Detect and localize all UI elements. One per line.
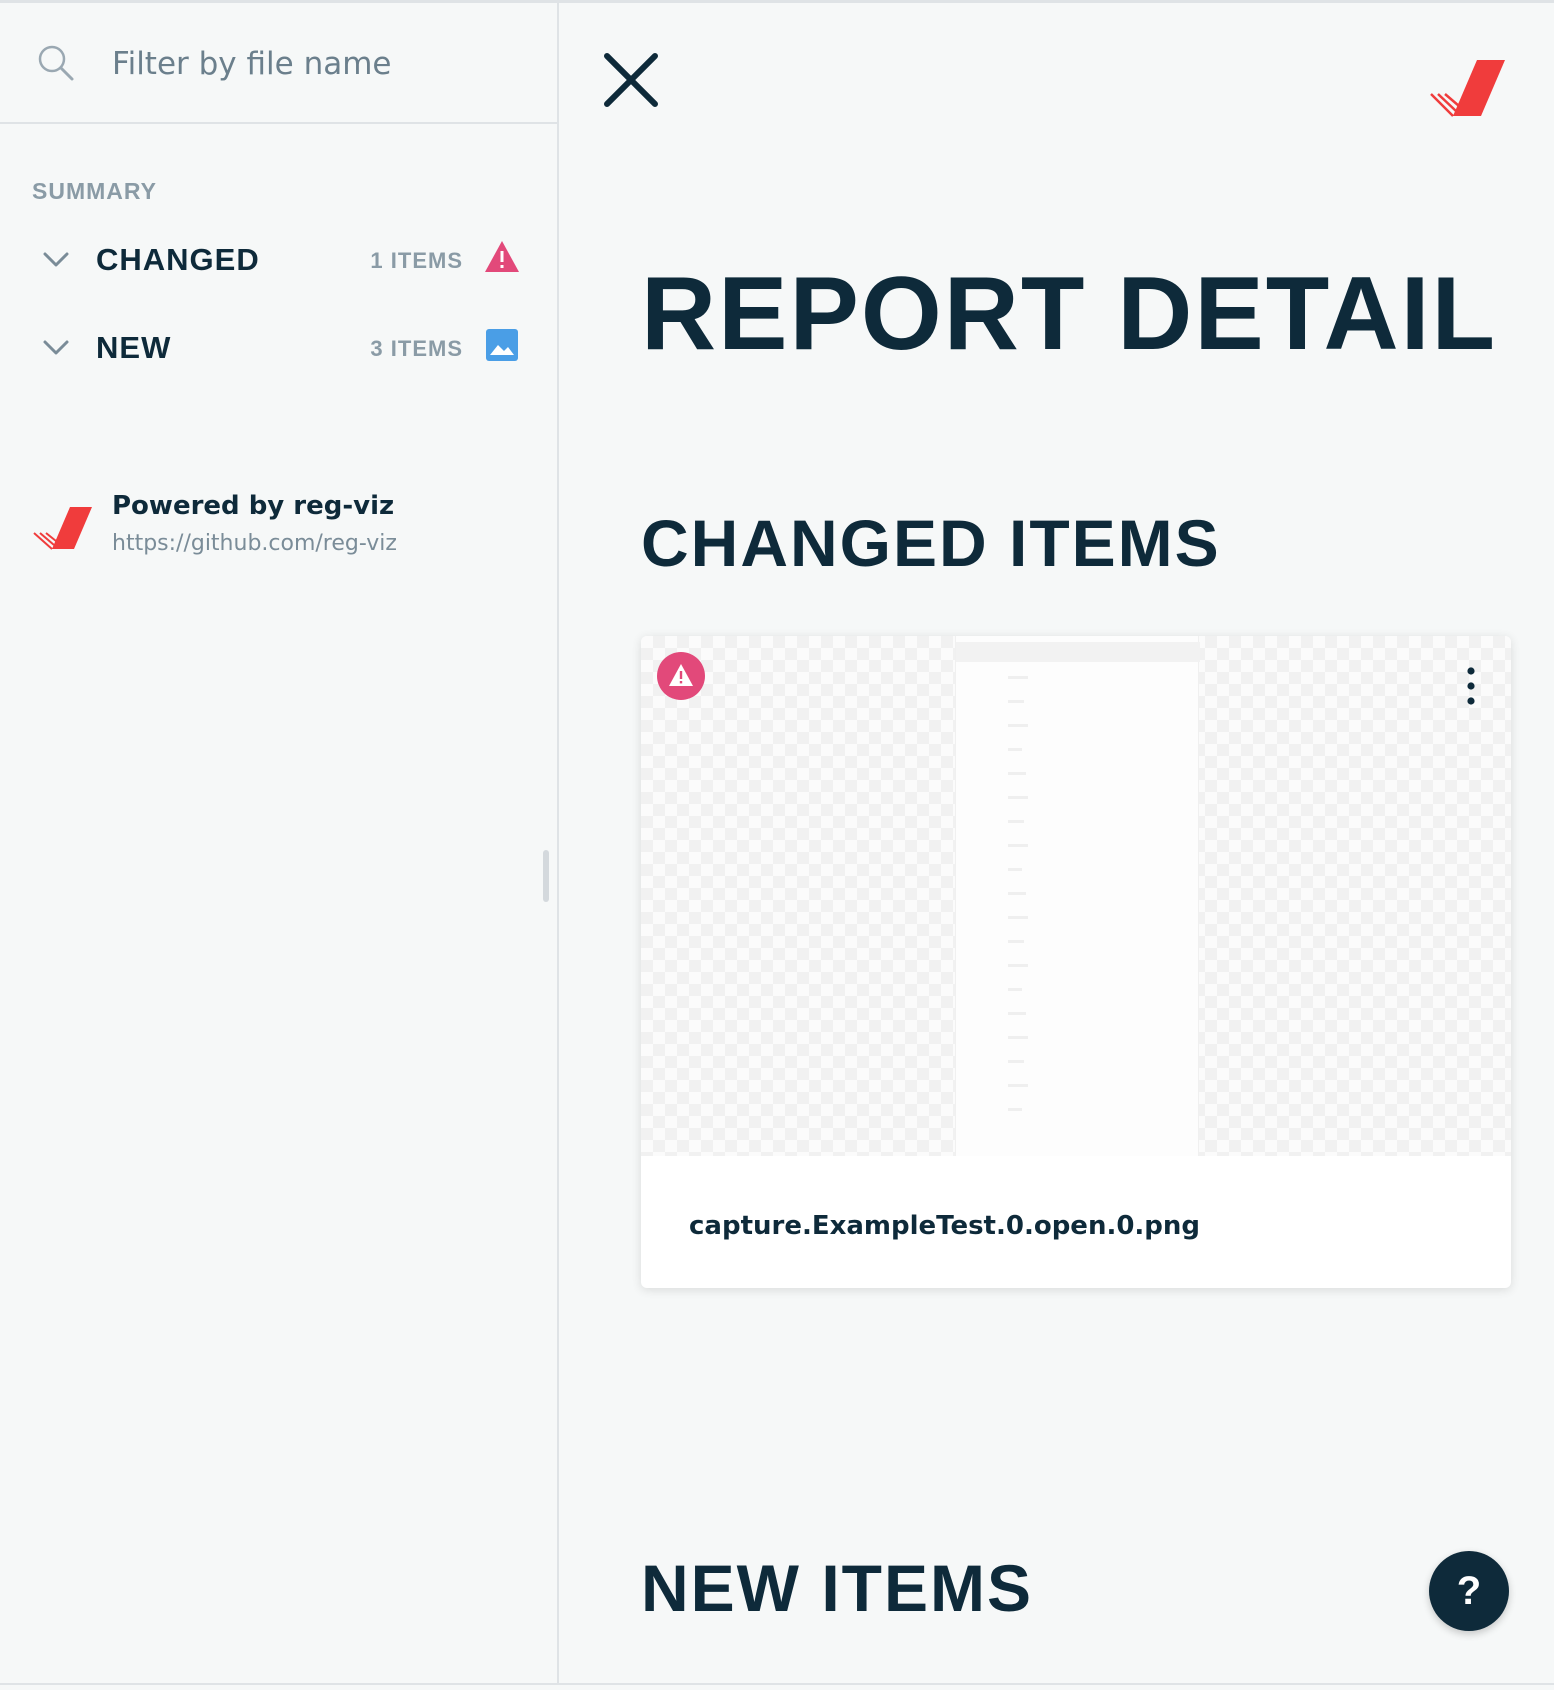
new-items-title: NEW ITEMS <box>641 1551 1033 1625</box>
sidebar-item-changed[interactable]: CHANGED 1 ITEMS <box>0 226 557 298</box>
main-panel: REPORT DETAIL CHANGED ITEMS capture.Exam… <box>561 3 1554 1683</box>
reg-viz-logo-icon <box>33 507 92 550</box>
powered-by: Powered by reg-viz https://github.com/re… <box>32 491 532 561</box>
card-thumbnail <box>641 636 1511 1156</box>
resize-handle[interactable] <box>543 850 549 902</box>
help-button[interactable]: ? <box>1429 1551 1509 1631</box>
changed-item-card[interactable]: capture.ExampleTest.0.open.0.png <box>641 636 1511 1288</box>
summary-title: SUMMARY <box>32 178 157 204</box>
powered-title: Powered by reg-viz <box>112 491 395 521</box>
search-icon <box>38 45 74 81</box>
warning-icon <box>485 241 519 272</box>
sidebar-item-count: 1 ITEMS <box>370 248 463 273</box>
sidebar: SUMMARY CHANGED 1 ITEMS NEW 3 ITEMS <box>0 3 559 1683</box>
chevron-down-icon[interactable] <box>42 250 70 270</box>
powered-link[interactable]: https://github.com/reg-viz <box>112 531 397 556</box>
warning-icon <box>669 664 693 686</box>
search-input[interactable] <box>112 41 532 87</box>
sidebar-item-label: CHANGED <box>96 242 260 277</box>
sidebar-item-label: NEW <box>96 330 172 365</box>
card-caption: capture.ExampleTest.0.open.0.png <box>689 1211 1201 1241</box>
reg-viz-logo-icon <box>1430 60 1505 117</box>
chevron-down-icon[interactable] <box>42 338 70 358</box>
sidebar-item-new[interactable]: NEW 3 ITEMS <box>0 314 557 386</box>
more-vert-icon[interactable] <box>1463 666 1479 706</box>
screenshot-preview <box>955 636 1200 1156</box>
card-status-badge <box>657 652 705 700</box>
page-title: REPORT DETAIL <box>641 256 1498 372</box>
sidebar-item-count: 3 ITEMS <box>370 336 463 361</box>
search-bar <box>0 3 557 124</box>
changed-items-title: CHANGED ITEMS <box>641 506 1221 580</box>
image-icon <box>486 329 518 361</box>
bottom-border <box>0 1683 1554 1685</box>
close-icon[interactable] <box>601 50 661 110</box>
